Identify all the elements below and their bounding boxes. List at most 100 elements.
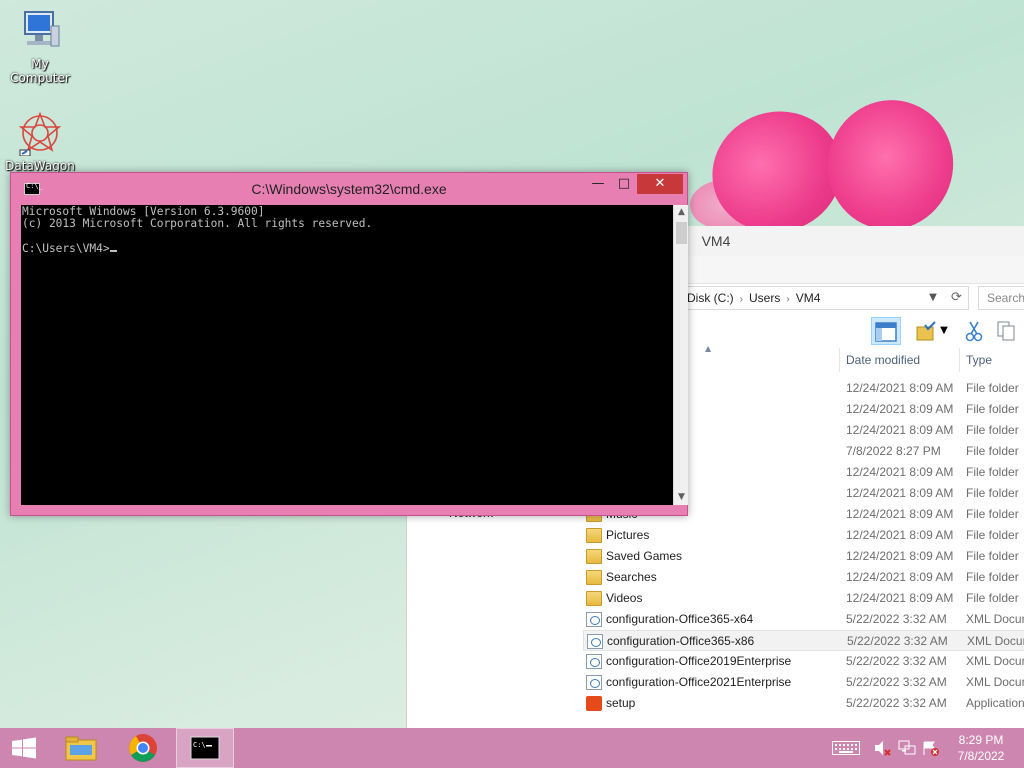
cmd-window[interactable]: C:\_ C:\Windows\system32\cmd.exe — □ ✕ M… bbox=[10, 172, 688, 516]
file-name: Videos bbox=[606, 591, 643, 605]
console-output[interactable]: Microsoft Windows [Version 6.3.9600] (c)… bbox=[21, 205, 673, 505]
folder-icon bbox=[586, 549, 602, 564]
cut-button[interactable] bbox=[959, 317, 989, 345]
console-prompt: C:\Users\VM4> bbox=[22, 242, 110, 256]
close-button[interactable]: ✕ bbox=[637, 174, 683, 194]
folder-icon bbox=[586, 591, 602, 606]
file-row[interactable]: configuration-Office2019Enterprise 5/22/2… bbox=[583, 651, 1024, 672]
minimize-button[interactable]: — bbox=[585, 174, 611, 194]
volume-muted-icon[interactable] bbox=[874, 740, 892, 756]
file-date: 12/24/2021 8:09 AM bbox=[846, 528, 954, 542]
sort-ascending-icon: ▲ bbox=[705, 344, 712, 353]
file-type: File folder bbox=[966, 402, 1019, 416]
vertical-scrollbar[interactable]: ▲ ▼ bbox=[673, 205, 688, 505]
desktop-icon-my-computer[interactable]: My Computer bbox=[0, 10, 80, 85]
system-clock[interactable]: 8:29 PM 7/8/2022 bbox=[946, 732, 1016, 764]
xml-icon bbox=[587, 634, 603, 649]
file-name: Pictures bbox=[606, 528, 650, 542]
chevron-down-icon[interactable]: ▼ bbox=[925, 288, 941, 308]
file-date: 12/24/2021 8:09 AM bbox=[846, 570, 954, 584]
file-date: 12/24/2021 8:09 AM bbox=[846, 402, 954, 416]
clock-time: 8:29 PM bbox=[958, 733, 1004, 747]
folder-icon bbox=[586, 570, 602, 585]
desktop-icon-label: DataWagon bbox=[5, 159, 75, 172]
xml-icon bbox=[586, 612, 602, 627]
file-row[interactable]: Searches 12/24/2021 8:09 AM File folder bbox=[583, 567, 1024, 588]
scissors-icon bbox=[965, 321, 983, 342]
network-icon[interactable] bbox=[898, 740, 916, 756]
file-row[interactable]: configuration-Office365-x86 5/22/2022 3:3… bbox=[583, 630, 1024, 651]
svg-text:C:\: C:\ bbox=[193, 741, 206, 749]
chevron-right-icon: › bbox=[739, 294, 744, 305]
start-button[interactable] bbox=[0, 728, 48, 768]
file-date: 5/22/2022 3:32 AM bbox=[846, 654, 947, 668]
xml-icon bbox=[586, 675, 602, 690]
file-type: File folder bbox=[966, 570, 1019, 584]
file-name: setup bbox=[606, 696, 636, 710]
chrome-icon bbox=[129, 734, 157, 762]
file-type: Application bbox=[966, 696, 1024, 710]
preview-pane-button[interactable] bbox=[871, 317, 901, 345]
chevron-down-icon[interactable]: ▼ bbox=[937, 317, 951, 345]
console-line: Microsoft Windows [Version 6.3.9600] bbox=[22, 205, 265, 218]
office-icon bbox=[586, 696, 602, 711]
file-type: File folder bbox=[966, 486, 1019, 500]
file-type: File folder bbox=[966, 381, 1019, 395]
file-name: Searches bbox=[606, 570, 657, 584]
action-center-alert-icon[interactable] bbox=[922, 740, 940, 756]
pane-icon bbox=[875, 322, 897, 342]
file-type: File folder bbox=[966, 465, 1019, 479]
file-date: 5/22/2022 3:32 AM bbox=[846, 696, 947, 710]
file-name: configuration-Office2021Enterprise bbox=[606, 675, 792, 689]
scroll-up-icon[interactable]: ▲ bbox=[674, 205, 689, 220]
address-bar[interactable]: Disk (C:) › Users › VM4 bbox=[683, 286, 947, 310]
taskbar-file-explorer[interactable] bbox=[52, 728, 110, 768]
scroll-thumb[interactable] bbox=[676, 222, 687, 244]
address-segment[interactable]: VM4 bbox=[796, 291, 821, 305]
text-cursor bbox=[109, 250, 117, 253]
file-row[interactable]: Pictures 12/24/2021 8:09 AM File folder bbox=[583, 525, 1024, 546]
file-date: 12/24/2021 8:09 AM bbox=[846, 486, 954, 500]
file-type: File folder bbox=[966, 507, 1019, 521]
column-type[interactable]: Type bbox=[959, 348, 1024, 372]
address-segment[interactable]: Users bbox=[749, 291, 780, 305]
scroll-down-icon[interactable]: ▼ bbox=[674, 490, 689, 505]
file-name: Saved Games bbox=[606, 549, 683, 563]
folder-icon bbox=[586, 528, 602, 543]
copy-icon bbox=[997, 321, 1015, 341]
refresh-button[interactable]: ⟳ bbox=[945, 286, 969, 310]
keyboard-icon[interactable] bbox=[832, 740, 860, 756]
file-type: XML Docum bbox=[966, 675, 1024, 689]
desktop-icon-label: My Computer bbox=[10, 57, 70, 85]
desktop-icon-datawagon[interactable]: DataWagon bbox=[0, 110, 80, 172]
file-date: 12/24/2021 8:09 AM bbox=[846, 423, 954, 437]
maximize-button[interactable]: □ bbox=[611, 174, 637, 194]
wallpaper-petal bbox=[813, 86, 968, 244]
computer-icon bbox=[24, 11, 60, 47]
file-type: File folder bbox=[966, 444, 1019, 458]
cmd-titlebar[interactable]: C:\_ C:\Windows\system32\cmd.exe — □ ✕ bbox=[11, 173, 687, 205]
console-line: (c) 2013 Microsoft Corporation. All righ… bbox=[22, 217, 373, 231]
file-row[interactable]: Videos 12/24/2021 8:09 AM File folder bbox=[583, 588, 1024, 609]
file-type: File folder bbox=[966, 591, 1019, 605]
file-row[interactable]: configuration-Office365-x64 5/22/2022 3:3… bbox=[583, 609, 1024, 630]
file-date: 5/22/2022 3:32 AM bbox=[846, 612, 947, 626]
file-row[interactable]: configuration-Office2021Enterprise 5/22/2… bbox=[583, 672, 1024, 693]
file-name: configuration-Office365-x64 bbox=[606, 612, 754, 626]
address-segment[interactable]: Disk (C:) bbox=[687, 291, 734, 305]
taskbar-cmd[interactable]: C:\ bbox=[176, 728, 234, 768]
file-date: 7/8/2022 8:27 PM bbox=[846, 444, 941, 458]
file-row[interactable]: Saved Games 12/24/2021 8:09 AM File folder bbox=[583, 546, 1024, 567]
file-date: 12/24/2021 8:09 AM bbox=[846, 591, 954, 605]
file-name: configuration-Office2019Enterprise bbox=[606, 654, 792, 668]
column-date-modified[interactable]: Date modified bbox=[839, 348, 959, 372]
search-input[interactable]: Search bbox=[978, 286, 1024, 310]
windows-logo-icon bbox=[12, 737, 36, 759]
file-date: 5/22/2022 3:32 AM bbox=[847, 634, 948, 648]
folder-icon bbox=[65, 736, 97, 761]
taskbar-chrome[interactable] bbox=[114, 728, 172, 768]
file-type: XML Docum bbox=[967, 634, 1024, 648]
file-row[interactable]: setup 5/22/2022 3:32 AM Application bbox=[583, 693, 1024, 714]
copy-button[interactable] bbox=[991, 317, 1021, 345]
file-date: 5/22/2022 3:32 AM bbox=[846, 675, 947, 689]
